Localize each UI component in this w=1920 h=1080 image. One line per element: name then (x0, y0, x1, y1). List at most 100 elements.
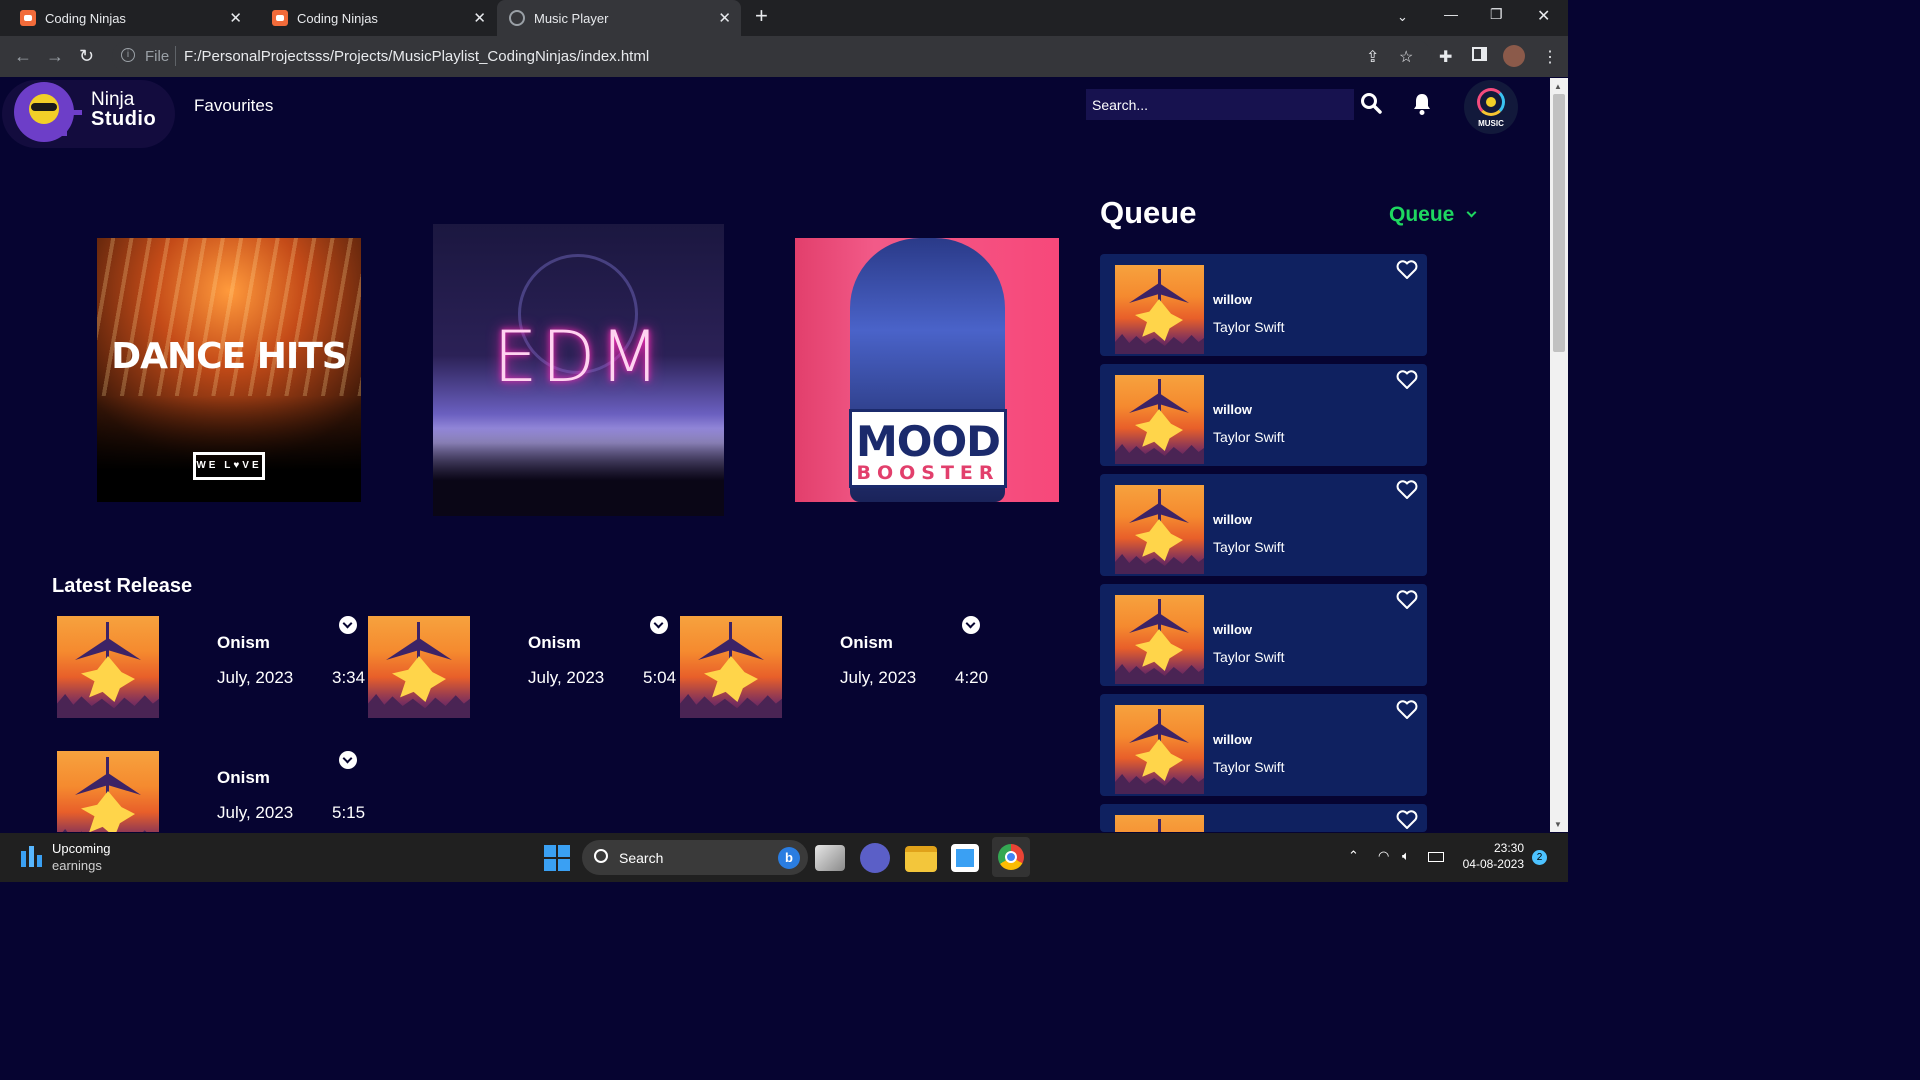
queue-item[interactable] (1100, 804, 1427, 832)
tab-title: Music Player (534, 10, 609, 26)
address-url[interactable]: F:/PersonalProjectsss/Projects/MusicPlay… (184, 48, 649, 65)
minimize-window-icon[interactable]: — (1444, 6, 1458, 22)
queue-item[interactable]: willow Taylor Swift (1100, 474, 1427, 576)
release-duration: 5:04 (643, 668, 677, 687)
heart-icon[interactable] (1396, 810, 1418, 830)
queue-item[interactable]: willow Taylor Swift (1100, 364, 1427, 466)
album-art (368, 616, 470, 718)
scrollbar-thumb[interactable] (1553, 94, 1565, 352)
playlist-card-mood-booster[interactable]: MOOD BOOSTER (795, 238, 1059, 502)
teams-chat-icon[interactable] (860, 843, 890, 873)
widget-subtitle[interactable]: earnings (52, 858, 102, 873)
coding-ninjas-favicon-icon (20, 10, 36, 26)
search-input[interactable] (1086, 89, 1354, 120)
queue-item[interactable]: willow Taylor Swift (1100, 584, 1427, 686)
back-arrow-icon[interactable]: ← (14, 46, 32, 67)
queue-artist: Taylor Swift (1213, 319, 1285, 335)
album-art (1115, 815, 1204, 832)
address-toolbar: ← → ↻ i File F:/PersonalProjectsss/Proje… (0, 36, 1568, 77)
heart-icon[interactable] (1396, 590, 1418, 610)
notification-count-badge[interactable]: 2 (1532, 850, 1547, 865)
scroll-down-arrow-icon[interactable]: ▼ (1554, 820, 1562, 829)
windows-start-icon[interactable] (544, 845, 570, 871)
release-name: Onism (217, 768, 270, 787)
share-icon[interactable]: ⇪ (1366, 47, 1379, 67)
queue-heading: Queue (1100, 195, 1197, 230)
address-scheme: File (145, 48, 170, 65)
release-date: July, 2023 (217, 668, 294, 687)
playlist-title: EDM (493, 316, 664, 398)
tab-search-chevron-icon[interactable]: ⌄ (1397, 9, 1408, 25)
info-icon[interactable]: i (121, 48, 135, 62)
wifi-icon[interactable]: ◠ (1378, 848, 1389, 864)
release-date: July, 2023 (528, 668, 605, 687)
extensions-puzzle-icon[interactable]: ✚ (1439, 47, 1452, 67)
chevron-down-icon[interactable] (1466, 207, 1477, 218)
release-item[interactable]: Onism July, 2023 4:20 (680, 616, 992, 720)
release-item[interactable]: Onism July, 2023 5:04 (368, 616, 680, 720)
queue-dropdown[interactable]: Queue (1389, 203, 1454, 227)
album-art (1115, 705, 1204, 794)
close-tab-icon[interactable]: ✕ (473, 9, 486, 27)
release-name: Onism (840, 633, 893, 652)
browser-tab[interactable]: Coding Ninjas ✕ (252, 0, 496, 36)
close-window-icon[interactable]: ✕ (1537, 6, 1550, 26)
ninja-studio-logo[interactable]: Ninja Studio (2, 80, 175, 148)
heart-icon[interactable] (1396, 700, 1418, 720)
forward-arrow-icon[interactable]: → (46, 46, 64, 67)
bookmark-star-icon[interactable]: ☆ (1399, 47, 1413, 67)
album-art (1115, 485, 1204, 574)
bing-icon[interactable]: b (778, 847, 800, 869)
playlist-card-edm[interactable]: EDM (433, 224, 724, 516)
clock-time[interactable]: 23:30 (1480, 841, 1524, 855)
stock-chart-icon[interactable] (20, 843, 44, 869)
widget-title[interactable]: Upcoming (52, 841, 111, 856)
microsoft-store-icon[interactable] (951, 844, 979, 872)
search-icon[interactable] (1360, 92, 1382, 114)
taskbar-search[interactable]: Search b (582, 840, 808, 875)
notification-bell-icon[interactable] (1410, 92, 1434, 116)
battery-icon[interactable] (1428, 852, 1444, 862)
release-item[interactable]: Onism July, 2023 3:34 (57, 616, 369, 720)
browser-menu-icon[interactable]: ⋮ (1542, 47, 1558, 67)
heart-icon[interactable] (1396, 480, 1418, 500)
restore-window-icon[interactable]: ❐ (1490, 6, 1503, 23)
reload-icon[interactable]: ↻ (79, 46, 94, 67)
browser-tab-active[interactable]: Music Player ✕ (497, 0, 741, 36)
album-art (57, 616, 159, 718)
chevron-down-icon[interactable] (339, 616, 357, 634)
close-tab-icon[interactable]: ✕ (229, 9, 242, 27)
os-taskbar: Upcoming earnings Search b ⌃ ◠ 🔈︎ 23:30 … (0, 833, 1568, 882)
new-tab-button[interactable]: + (755, 3, 768, 29)
browser-tab[interactable]: Coding Ninjas ✕ (0, 0, 252, 36)
album-art (1115, 375, 1204, 464)
chrome-icon-center (1005, 851, 1017, 863)
file-explorer-icon[interactable] (905, 846, 937, 872)
queue-item[interactable]: willow Taylor Swift (1100, 254, 1427, 356)
favourites-link[interactable]: Favourites (194, 96, 273, 116)
release-item[interactable]: Onism July, 2023 5:15 (57, 751, 369, 832)
volume-icon[interactable]: 🔈︎ (1402, 848, 1410, 864)
side-panel-icon[interactable] (1472, 47, 1487, 61)
heart-icon[interactable] (1396, 260, 1418, 280)
chevron-down-icon[interactable] (962, 616, 980, 634)
album-art (1115, 265, 1204, 354)
playlist-title-box: MOOD BOOSTER (849, 409, 1007, 488)
queue-song-title: willow (1213, 402, 1252, 417)
task-view-icon[interactable] (815, 845, 845, 871)
chevron-down-icon[interactable] (650, 616, 668, 634)
show-hidden-icons-chevron-icon[interactable]: ⌃ (1348, 848, 1359, 864)
music-app-logo[interactable]: MUSIC (1464, 80, 1518, 134)
playlist-card-dance-hits[interactable]: DANCE HITS WE L♥VE (97, 238, 361, 502)
heart-icon[interactable] (1396, 370, 1418, 390)
queue-item[interactable]: willow Taylor Swift (1100, 694, 1427, 796)
chevron-down-icon[interactable] (339, 751, 357, 769)
close-tab-icon[interactable]: ✕ (718, 9, 731, 27)
address-bar[interactable]: i File F:/PersonalProjectsss/Projects/Mu… (112, 40, 1432, 73)
album-art (1115, 595, 1204, 684)
profile-avatar[interactable] (1503, 45, 1525, 67)
music-note-icon (62, 110, 82, 136)
scroll-up-arrow-icon[interactable]: ▲ (1554, 82, 1562, 91)
crowd-silhouette (97, 396, 361, 502)
clock-date[interactable]: 04-08-2023 (1452, 857, 1524, 871)
